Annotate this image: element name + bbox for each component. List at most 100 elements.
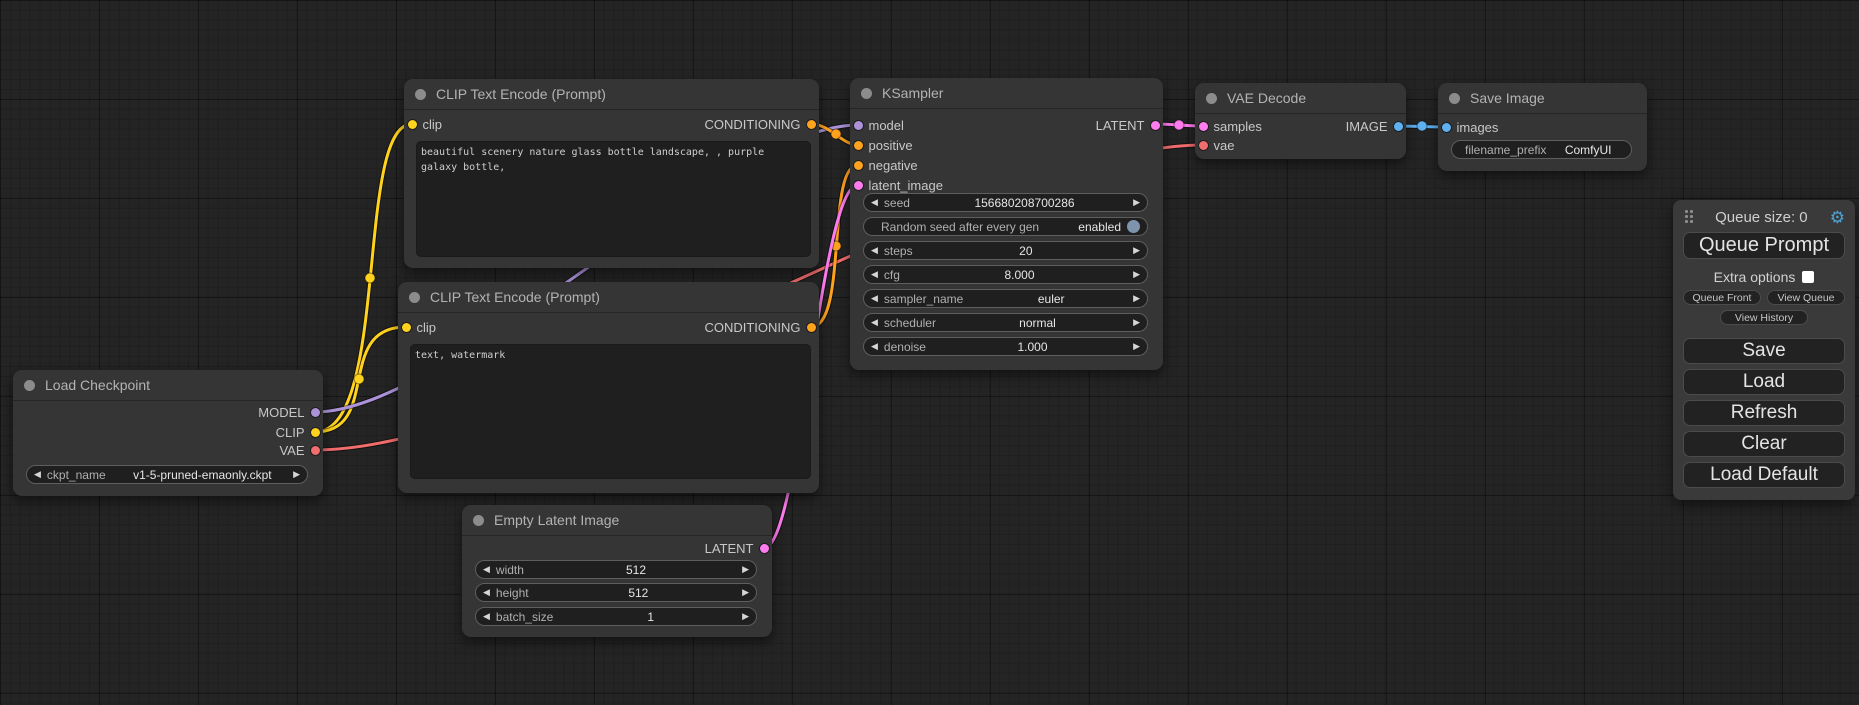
widget-denoise[interactable]: ◀denoise1.000▶ — [863, 337, 1148, 356]
view-queue-button[interactable]: View Queue — [1767, 290, 1845, 305]
output-port-dot-icon[interactable] — [760, 544, 769, 553]
node-titlebar[interactable]: KSampler — [850, 78, 1163, 109]
node-titlebar[interactable]: Save Image — [1438, 83, 1647, 114]
clear-button[interactable]: Clear — [1683, 431, 1845, 457]
input-port-vae[interactable]: vae — [1195, 136, 1240, 154]
widget-value[interactable]: 512 — [535, 586, 742, 600]
output-port-CONDITIONING[interactable]: CONDITIONING — [698, 318, 819, 336]
node-clip-text-encode-positive[interactable]: CLIP Text Encode (Prompt) clip CONDITIONIN… — [404, 79, 819, 268]
widget-sampler_name[interactable]: ◀sampler_nameeuler▶ — [863, 289, 1148, 308]
input-port-latent_image[interactable]: latent_image — [850, 176, 949, 194]
node-vae-decode[interactable]: VAE Decode samplesvae IMAGE — [1195, 83, 1406, 159]
output-port-dot-icon[interactable] — [311, 428, 320, 437]
gear-icon[interactable]: ⚙ — [1830, 209, 1845, 226]
load-button[interactable]: Load — [1683, 369, 1845, 395]
decrement-arrow-icon[interactable]: ◀ — [34, 470, 41, 479]
widget-seed[interactable]: ◀seed156680208700286▶ — [863, 193, 1148, 212]
decrement-arrow-icon[interactable]: ◀ — [871, 318, 878, 327]
input-port-dot-icon[interactable] — [854, 121, 863, 130]
node-clip-text-encode-negative[interactable]: CLIP Text Encode (Prompt) clip CONDITIONIN… — [398, 282, 819, 493]
extra-options-checkbox[interactable] — [1802, 271, 1814, 283]
widget-value[interactable]: enabled — [1045, 220, 1121, 234]
output-port-dot-icon[interactable] — [807, 120, 816, 129]
node-status-dot-icon[interactable] — [861, 88, 872, 99]
output-port-dot-icon[interactable] — [1394, 122, 1403, 131]
load-default-button[interactable]: Load Default — [1683, 462, 1845, 488]
output-port-LATENT[interactable]: LATENT — [1090, 116, 1163, 134]
decrement-arrow-icon[interactable]: ◀ — [871, 198, 878, 207]
decrement-arrow-icon[interactable]: ◀ — [483, 612, 490, 621]
decrement-arrow-icon[interactable]: ◀ — [483, 588, 490, 597]
increment-arrow-icon[interactable]: ▶ — [1133, 342, 1140, 351]
output-port-CLIP[interactable]: CLIP — [270, 423, 323, 441]
output-port-VAE[interactable]: VAE — [273, 441, 323, 459]
node-status-dot-icon[interactable] — [1449, 93, 1460, 104]
increment-arrow-icon[interactable]: ▶ — [1133, 294, 1140, 303]
output-port-CONDITIONING[interactable]: CONDITIONING — [698, 115, 819, 133]
node-empty-latent-image[interactable]: Empty Latent ImageLATENT◀width512▶◀heigh… — [462, 505, 772, 637]
input-port-clip[interactable]: clip — [404, 115, 448, 133]
node-titlebar[interactable]: CLIP Text Encode (Prompt) — [398, 282, 819, 313]
widget-batch_size[interactable]: ◀batch_size1▶ — [475, 607, 757, 626]
increment-arrow-icon[interactable]: ▶ — [1133, 318, 1140, 327]
input-port-dot-icon[interactable] — [1442, 123, 1451, 132]
toggle-knob-icon[interactable] — [1127, 220, 1140, 233]
node-ksampler[interactable]: KSamplermodelpositivenegativelatent_imag… — [850, 78, 1163, 370]
widget-value[interactable]: 1.000 — [932, 340, 1133, 354]
node-titlebar[interactable]: Empty Latent Image — [462, 505, 772, 536]
queue-front-button[interactable]: Queue Front — [1683, 290, 1761, 305]
increment-arrow-icon[interactable]: ▶ — [293, 470, 300, 479]
input-port-images[interactable]: images — [1438, 118, 1504, 136]
input-port-dot-icon[interactable] — [402, 323, 411, 332]
increment-arrow-icon[interactable]: ▶ — [742, 612, 749, 621]
decrement-arrow-icon[interactable]: ◀ — [871, 294, 878, 303]
input-port-dot-icon[interactable] — [1199, 122, 1208, 131]
node-status-dot-icon[interactable] — [473, 515, 484, 526]
input-port-samples[interactable]: samples — [1195, 117, 1268, 135]
drag-handle-icon[interactable] — [1685, 210, 1693, 224]
node-titlebar[interactable]: Load Checkpoint — [13, 370, 323, 401]
node-save-image[interactable]: Save Image images filename_prefixComfyUI — [1438, 83, 1647, 171]
input-port-positive[interactable]: positive — [850, 136, 919, 154]
input-port-dot-icon[interactable] — [408, 120, 417, 129]
widget-value[interactable]: 8.000 — [906, 268, 1133, 282]
save-button[interactable]: Save — [1683, 338, 1845, 364]
queue-prompt-button[interactable]: Queue Prompt — [1683, 232, 1845, 259]
widget-height[interactable]: ◀height512▶ — [475, 583, 757, 602]
output-port-IMAGE[interactable]: IMAGE — [1340, 117, 1406, 135]
widget-filename_prefix[interactable]: filename_prefixComfyUI — [1451, 140, 1632, 159]
output-port-dot-icon[interactable] — [1151, 121, 1160, 130]
node-status-dot-icon[interactable] — [415, 89, 426, 100]
output-port-LATENT[interactable]: LATENT — [699, 539, 772, 557]
node-status-dot-icon[interactable] — [24, 380, 35, 391]
widget-value[interactable]: 156680208700286 — [916, 196, 1133, 210]
decrement-arrow-icon[interactable]: ◀ — [871, 270, 878, 279]
input-port-dot-icon[interactable] — [854, 141, 863, 150]
node-titlebar[interactable]: CLIP Text Encode (Prompt) — [404, 79, 819, 110]
increment-arrow-icon[interactable]: ▶ — [742, 588, 749, 597]
widget-steps[interactable]: ◀steps20▶ — [863, 241, 1148, 260]
refresh-button[interactable]: Refresh — [1683, 400, 1845, 426]
node-titlebar[interactable]: VAE Decode — [1195, 83, 1406, 114]
widget-value[interactable]: v1-5-pruned-emaonly.ckpt — [112, 468, 293, 482]
decrement-arrow-icon[interactable]: ◀ — [871, 342, 878, 351]
increment-arrow-icon[interactable]: ▶ — [1133, 270, 1140, 279]
input-port-clip[interactable]: clip — [398, 318, 442, 336]
view-history-button[interactable]: View History — [1720, 310, 1808, 325]
input-port-dot-icon[interactable] — [854, 181, 863, 190]
widget-ckpt_name[interactable]: ◀ckpt_namev1-5-pruned-emaonly.ckpt▶ — [26, 465, 308, 484]
widget-cfg[interactable]: ◀cfg8.000▶ — [863, 265, 1148, 284]
increment-arrow-icon[interactable]: ▶ — [1133, 198, 1140, 207]
prompt-textarea[interactable]: text, watermark — [410, 344, 811, 479]
node-status-dot-icon[interactable] — [409, 292, 420, 303]
output-port-dot-icon[interactable] — [807, 323, 816, 332]
decrement-arrow-icon[interactable]: ◀ — [871, 246, 878, 255]
output-port-MODEL[interactable]: MODEL — [252, 403, 323, 421]
widget-value[interactable]: normal — [942, 316, 1133, 330]
widget-value[interactable]: euler — [969, 292, 1133, 306]
output-port-dot-icon[interactable] — [311, 408, 320, 417]
output-port-dot-icon[interactable] — [311, 446, 320, 455]
input-port-dot-icon[interactable] — [1199, 141, 1208, 150]
widget-value[interactable]: 1 — [559, 610, 742, 624]
node-graph-canvas[interactable]: Load Checkpoint MODEL CLIPVAE ◀ckpt_namev1-… — [0, 0, 1859, 705]
